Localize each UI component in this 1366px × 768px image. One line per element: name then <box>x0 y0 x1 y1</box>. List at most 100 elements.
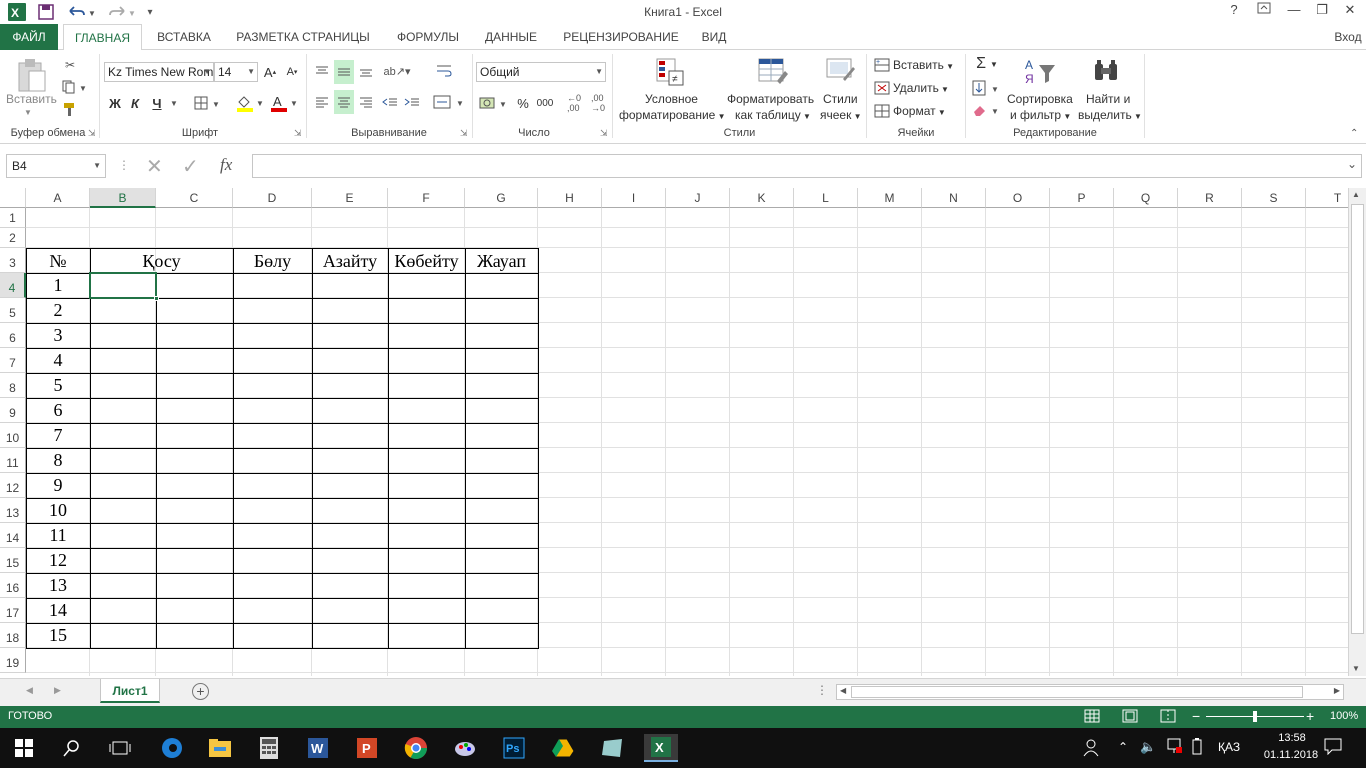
row-header-19[interactable]: 19 <box>0 648 26 673</box>
column-header-f[interactable]: F <box>388 188 465 208</box>
format-cells-icon[interactable] <box>874 102 890 120</box>
zoom-out-icon[interactable]: − <box>1192 708 1200 724</box>
table-number-cell[interactable]: 13 <box>26 573 90 598</box>
prev-sheet-icon[interactable]: ◀ <box>26 685 33 696</box>
next-sheet-icon[interactable]: ▶ <box>54 685 61 696</box>
fill-icon[interactable]: ▼ <box>970 78 1004 98</box>
tab-formulas[interactable]: ФОРМУЛЫ <box>388 24 468 50</box>
delete-cells-icon[interactable] <box>874 79 890 97</box>
format-as-table-label-2[interactable]: как таблицу ▼ <box>735 108 811 122</box>
cancel-formula-icon[interactable]: ✕ <box>146 154 163 179</box>
table-number-cell[interactable]: 5 <box>26 373 90 398</box>
windows-start-icon[interactable] <box>10 734 38 762</box>
new-sheet-icon[interactable]: + <box>192 683 209 700</box>
tab-view[interactable]: ВИД <box>694 24 734 50</box>
table-number-cell[interactable]: 4 <box>26 348 90 373</box>
paint-icon[interactable] <box>451 734 479 762</box>
row-header-16[interactable]: 16 <box>0 573 26 598</box>
decrease-decimal-icon[interactable]: ,00 →0 <box>588 92 608 114</box>
column-header-n[interactable]: N <box>922 188 986 208</box>
tab-splitter-icon[interactable]: ⋮ <box>816 683 828 697</box>
scroll-left-icon[interactable]: ◀ <box>840 686 846 695</box>
vertical-scrollbar[interactable]: ▲ ▼ <box>1348 188 1366 676</box>
scroll-down-icon[interactable]: ▼ <box>1352 664 1360 673</box>
increase-decimal-icon[interactable]: ←0,00 <box>564 92 584 114</box>
column-header-d[interactable]: D <box>233 188 312 208</box>
table-number-cell[interactable]: 9 <box>26 473 90 498</box>
sort-filter-icon[interactable]: АЯ <box>1022 56 1058 88</box>
orientation-icon[interactable]: ab↗▾ <box>382 60 412 82</box>
table-header-cell[interactable]: Қосу <box>90 248 233 273</box>
column-header-k[interactable]: K <box>730 188 794 208</box>
sort-filter-label-2[interactable]: и фильтр ▼ <box>1010 108 1071 122</box>
chrome-icon[interactable] <box>402 734 430 762</box>
column-header-e[interactable]: E <box>312 188 388 208</box>
row-header-9[interactable]: 9 <box>0 398 26 423</box>
row-header-18[interactable]: 18 <box>0 623 26 648</box>
merge-center-icon[interactable]: ▼ <box>432 90 466 114</box>
column-header-h[interactable]: H <box>538 188 602 208</box>
drive-icon[interactable] <box>549 734 577 762</box>
table-number-cell[interactable]: 2 <box>26 298 90 323</box>
file-explorer-icon[interactable] <box>206 734 234 762</box>
conditional-format-label[interactable]: Условное <box>645 92 698 106</box>
conditional-format-label-2[interactable]: форматирование ▼ <box>619 108 726 122</box>
network-icon[interactable] <box>1166 737 1182 758</box>
word-icon[interactable]: W <box>304 734 332 762</box>
powerpoint-icon[interactable]: P <box>353 734 381 762</box>
delete-cells-label[interactable]: Удалить ▼ <box>893 81 949 95</box>
bold-button[interactable]: Ж <box>106 92 124 114</box>
copy-icon[interactable]: ▼ <box>60 78 90 96</box>
table-header-cell[interactable]: Жауап <box>465 248 538 273</box>
active-cell-selection[interactable] <box>89 272 159 301</box>
worksheet-grid[interactable]: ABCDEFGHIJKLMNOPQRST 1 2 3 4 5 6 7 8 9 10 11 12 13 14… <box>0 188 1366 676</box>
number-format-combo[interactable]: Общий ▼ <box>476 62 606 82</box>
paste-label[interactable]: Вставить <box>6 92 57 106</box>
table-number-cell[interactable]: 11 <box>26 523 90 548</box>
underline-button[interactable]: Ч <box>148 92 166 114</box>
battery-icon[interactable] <box>1192 738 1202 759</box>
format-as-table-label[interactable]: Форматировать <box>727 92 814 106</box>
column-header-c[interactable]: C <box>156 188 233 208</box>
name-box[interactable]: B4 ▼ <box>6 154 106 178</box>
column-header-r[interactable]: R <box>1178 188 1242 208</box>
table-number-cell[interactable]: 10 <box>26 498 90 523</box>
zoom-slider-thumb[interactable] <box>1253 711 1257 722</box>
signin-link[interactable]: Вход <box>1330 24 1366 50</box>
page-layout-view-icon[interactable] <box>1122 709 1138 726</box>
table-number-cell[interactable]: 12 <box>26 548 90 573</box>
fill-handle[interactable] <box>154 296 159 301</box>
edge-browser-icon[interactable] <box>158 734 186 762</box>
help-button[interactable]: ? <box>1220 2 1248 22</box>
table-number-cell[interactable]: 15 <box>26 623 90 648</box>
italic-button[interactable]: К <box>126 92 144 114</box>
scroll-right-icon[interactable]: ▶ <box>1334 686 1340 695</box>
restore-icon[interactable]: ❐ <box>1308 2 1336 22</box>
font-color-icon[interactable]: A ▼ <box>268 92 300 114</box>
column-header-l[interactable]: L <box>794 188 858 208</box>
calculator-icon[interactable] <box>255 734 283 762</box>
row-header-15[interactable]: 15 <box>0 548 26 573</box>
scroll-up-icon[interactable]: ▲ <box>1352 190 1360 199</box>
page-break-view-icon[interactable] <box>1160 709 1176 726</box>
tab-home[interactable]: ГЛАВНАЯ <box>63 24 142 51</box>
insert-function-button[interactable]: fx <box>220 155 232 175</box>
input-language[interactable]: ҚАЗ <box>1218 740 1240 754</box>
cut-icon[interactable]: ✂ <box>60 56 80 74</box>
normal-view-icon[interactable] <box>1084 709 1100 726</box>
font-name-combo[interactable]: Kz Times New Roman▼ <box>104 62 214 82</box>
table-header-cell[interactable]: Азайту <box>312 248 388 273</box>
font-size-combo[interactable]: 14 ▼ <box>214 62 258 82</box>
people-icon[interactable] <box>1078 734 1106 762</box>
table-header-cell[interactable]: Бөлу <box>233 248 312 273</box>
row-header-4[interactable]: 4 <box>0 273 26 298</box>
column-header-a[interactable]: A <box>26 188 90 208</box>
row-header-6[interactable]: 6 <box>0 323 26 348</box>
notifications-icon[interactable] <box>1324 737 1342 758</box>
table-header-cell[interactable]: № <box>26 248 90 273</box>
find-select-label-2[interactable]: выделить ▼ <box>1078 108 1142 122</box>
paste-icon[interactable] <box>8 56 54 96</box>
row-header-10[interactable]: 10 <box>0 423 26 448</box>
ribbon-display-icon[interactable] <box>1250 2 1278 22</box>
row-header-17[interactable]: 17 <box>0 598 26 623</box>
